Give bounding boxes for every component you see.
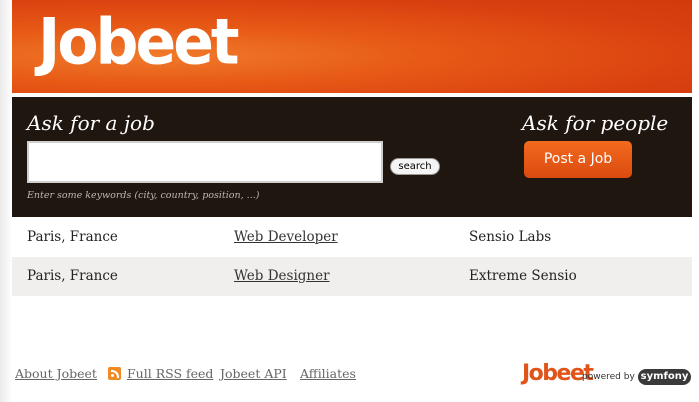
- affiliates-link[interactable]: Affiliates: [300, 366, 356, 381]
- ask-for-job-heading: Ask for a job: [27, 111, 155, 135]
- rss-icon: [108, 367, 121, 380]
- job-company: Sensio Labs: [469, 229, 552, 245]
- job-position-link[interactable]: Web Developer: [234, 229, 338, 245]
- search-help-text: Enter some keywords (city, country, posi…: [27, 190, 260, 201]
- jobeet-logo[interactable]: Jobeet: [38, 6, 240, 80]
- search-panel: Ask for a job search Enter some keywords…: [12, 97, 692, 217]
- rss-feed-link[interactable]: Full RSS feed: [127, 366, 213, 381]
- job-location: Paris, France: [27, 268, 118, 284]
- page-edge-shade: [0, 0, 12, 402]
- table-row: Paris, France Web Designer Extreme Sensi…: [12, 257, 692, 296]
- site-header: Jobeet: [12, 0, 692, 93]
- search-input[interactable]: [27, 141, 383, 183]
- jobs-table: Paris, France Web Developer Sensio Labs …: [12, 218, 692, 296]
- post-job-button[interactable]: Post a Job: [524, 141, 632, 178]
- job-location: Paris, France: [27, 229, 118, 245]
- powered-by-text: powered by: [582, 372, 635, 382]
- job-company: Extreme Sensio: [469, 268, 577, 284]
- ask-for-people-heading: Ask for people: [522, 111, 669, 135]
- about-jobeet-link[interactable]: About Jobeet: [15, 366, 97, 381]
- symfony-badge[interactable]: symfony: [638, 369, 691, 385]
- search-button[interactable]: search: [390, 158, 440, 175]
- jobeet-api-link[interactable]: Jobeet API: [220, 366, 287, 381]
- table-row: Paris, France Web Developer Sensio Labs: [12, 218, 692, 257]
- job-position-link[interactable]: Web Designer: [234, 268, 330, 284]
